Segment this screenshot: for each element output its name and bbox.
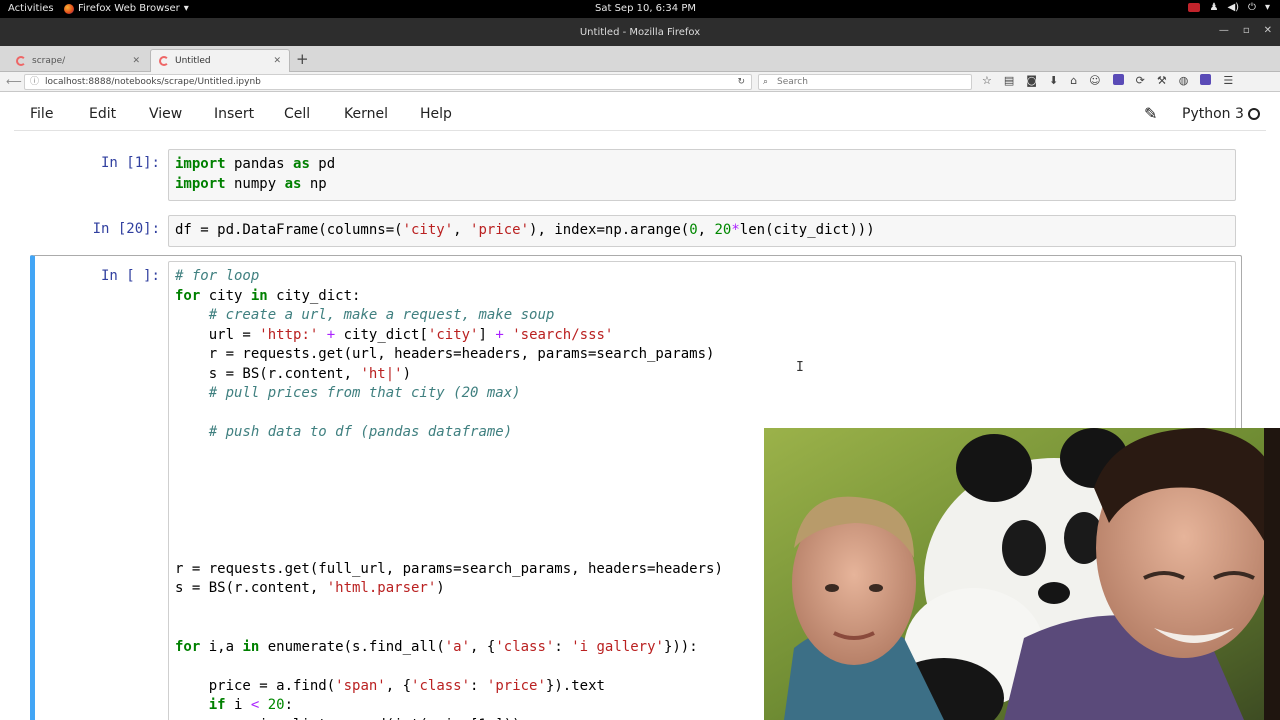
cell-2-code[interactable]: df = pd.DataFrame(columns=('city', 'pric… [175, 221, 875, 241]
app-menu-label: Firefox Web Browser [78, 3, 180, 14]
site-info-icon[interactable]: ⓘ [30, 75, 39, 89]
close-button[interactable]: ✕ [1264, 25, 1272, 36]
cell-3-prompt: In [ ]: [100, 268, 160, 284]
close-tab-icon[interactable]: ✕ [273, 56, 281, 66]
edit-mode-pencil-icon: ✎ [1144, 104, 1158, 123]
chevron-down-icon: ▾ [183, 3, 189, 14]
loading-icon [159, 56, 169, 66]
firefox-icon [64, 3, 74, 14]
maximize-button[interactable]: ▫ [1243, 25, 1250, 36]
url-bar[interactable]: ⓘ localhost:8888/notebooks/scrape/Untitl… [24, 74, 752, 90]
bookmark-star-icon[interactable]: ☆ [982, 74, 992, 87]
text-cursor-icon: I [796, 360, 804, 375]
window-title: Untitled - Mozilla Firefox [579, 27, 701, 38]
activities-button[interactable]: Activities [8, 3, 54, 14]
back-button[interactable]: ⟵ [6, 75, 22, 88]
new-tab-button[interactable]: + [296, 50, 309, 68]
tab-untitled[interactable]: Untitled ✕ [150, 49, 290, 72]
system-tray[interactable]: ♟ ◀) ⏻ ▾ [1188, 2, 1270, 13]
menu-insert[interactable]: Insert [214, 106, 254, 122]
webcam-video [764, 428, 1280, 720]
chevron-down-icon: ▾ [1264, 2, 1270, 13]
minimize-button[interactable]: — [1219, 25, 1229, 36]
webcam-overlay [764, 428, 1280, 720]
window-titlebar: Untitled - Mozilla Firefox — ▫ ✕ [0, 18, 1280, 46]
cell-1-code[interactable]: import pandas as pd import numpy as np [175, 155, 335, 194]
reload-icon[interactable]: ↻ [737, 75, 745, 89]
extension-icon[interactable] [1112, 74, 1124, 85]
search-input[interactable]: ⌕ Search [758, 74, 972, 90]
globe-icon[interactable]: ◍ [1179, 74, 1189, 87]
menu-view[interactable]: View [149, 106, 182, 122]
clock[interactable]: Sat Sep 10, 6:34 PM [595, 3, 696, 14]
search-icon: ⌕ [763, 77, 769, 87]
tab-strip: scrape/ ✕ Untitled ✕ + [0, 46, 1280, 72]
menu-kernel[interactable]: Kernel [344, 106, 388, 122]
tab-label: Untitled [175, 56, 211, 66]
download-icon[interactable]: ⬇ [1049, 74, 1058, 87]
hamburger-menu-icon[interactable]: ☰ [1223, 74, 1233, 87]
volume-icon: ◀) [1227, 2, 1240, 13]
home-icon[interactable]: ⌂ [1070, 74, 1077, 87]
reading-list-icon[interactable]: ▤ [1004, 74, 1014, 87]
cell-1-prompt: In [1]: [100, 155, 160, 171]
tab-label: scrape/ [32, 55, 66, 66]
menu-help[interactable]: Help [420, 106, 452, 122]
accessibility-icon: ♟ [1209, 2, 1219, 13]
url-text: localhost:8888/notebooks/scrape/Untitled… [45, 77, 261, 87]
menu-edit[interactable]: Edit [89, 106, 116, 122]
kernel-idle-indicator-icon [1248, 108, 1260, 120]
menu-file[interactable]: File [30, 106, 53, 122]
navigation-bar: ⟵ ⓘ localhost:8888/notebooks/scrape/Unti… [0, 72, 1280, 92]
tab-scrape[interactable]: scrape/ ✕ [8, 49, 148, 72]
cell-3-code[interactable]: # for loop for city in city_dict: # crea… [175, 267, 723, 720]
window-controls: — ▫ ✕ [1219, 25, 1272, 36]
loading-icon [16, 55, 26, 66]
search-placeholder: Search [777, 77, 808, 87]
close-tab-icon[interactable]: ✕ [132, 56, 140, 66]
jupyter-menubar: File Edit View Insert Cell Kernel Help ✎… [14, 99, 1266, 131]
tools-icon[interactable]: ⚒ [1157, 74, 1167, 87]
menu-cell[interactable]: Cell [284, 106, 310, 122]
addon-icon[interactable] [1200, 74, 1212, 85]
power-icon: ⏻ [1248, 2, 1256, 13]
gnome-top-bar: Activities Firefox Web Browser ▾ Sat Sep… [0, 0, 1280, 18]
cell-2-prompt: In [20]: [92, 221, 160, 237]
kernel-name[interactable]: Python 3 [1182, 106, 1244, 122]
recording-indicator-icon [1188, 3, 1201, 12]
smiley-icon[interactable]: ☺ [1089, 74, 1100, 87]
sync-icon[interactable]: ⟳ [1136, 74, 1145, 87]
pocket-icon[interactable]: ◙ [1026, 74, 1037, 87]
app-menu[interactable]: Firefox Web Browser ▾ [64, 3, 189, 14]
toolbar-icons: ☆ ▤ ◙ ⬇ ⌂ ☺ ⟳ ⚒ ◍ ☰ [982, 74, 1233, 87]
